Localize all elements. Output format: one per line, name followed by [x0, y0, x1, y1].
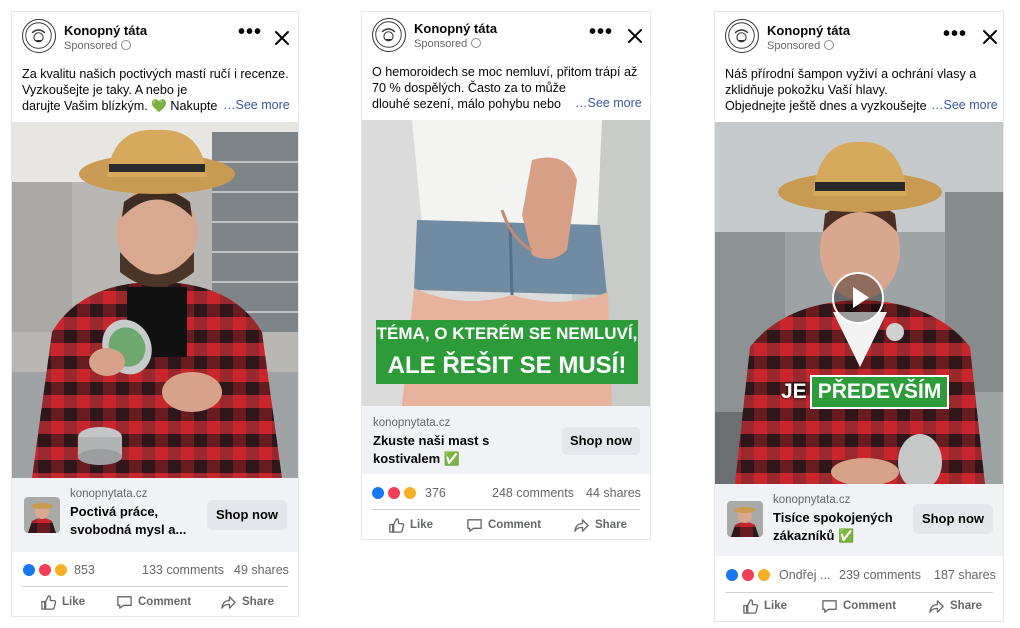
page-name[interactable]: Konopný táta	[414, 21, 497, 36]
see-more-link[interactable]: …See more	[572, 96, 642, 110]
haha-reaction-icon[interactable]	[54, 563, 68, 577]
caption-prefix: JE	[781, 380, 807, 403]
haha-reaction-icon[interactable]	[403, 486, 417, 500]
like-reaction-icon[interactable]	[725, 568, 739, 582]
comments-count[interactable]: 248 comments	[492, 486, 574, 500]
shares-count[interactable]: 49 shares	[234, 563, 289, 577]
body-line: Náš přírodní šampon vyživí a ochrání vla…	[725, 67, 977, 81]
page-name[interactable]: Konopný táta	[64, 23, 147, 38]
shop-now-button[interactable]: Shop now	[207, 500, 287, 530]
more-options-icon[interactable]: •••	[238, 22, 262, 42]
ad-cta-bar[interactable]: konopnytata.cz Zkuste naši mast s kostiv…	[362, 406, 650, 474]
close-icon[interactable]	[624, 25, 646, 47]
comment-icon	[116, 594, 133, 611]
page-avatar[interactable]	[372, 18, 406, 52]
headline-line: kostivalem ✅	[373, 451, 461, 466]
thumbs-up-icon	[40, 594, 57, 611]
more-options-icon[interactable]: •••	[943, 24, 967, 44]
sponsored-label: Sponsored	[767, 40, 835, 52]
ad-domain: konopnytata.cz	[70, 488, 148, 500]
comment-icon	[821, 598, 838, 615]
overlay-caption-line-1: TÉMA, O KTERÉM SE NEMLUVÍ,	[376, 320, 638, 348]
ad-card-3: Konopný táta Sponsored ••• Náš přírodní …	[714, 11, 1004, 622]
ad-domain: konopnytata.cz	[773, 494, 851, 506]
headline-line: svobodná mysl a...	[70, 522, 187, 537]
more-options-icon[interactable]: •••	[589, 22, 613, 42]
headline-line: Zkuste naši mast s	[373, 433, 490, 448]
love-reaction-icon[interactable]	[387, 486, 401, 500]
body-line: Vyzkoušejte je taky. A nebo je	[22, 83, 188, 97]
page-avatar[interactable]	[725, 19, 759, 53]
reactions-count[interactable]: 376	[425, 486, 446, 500]
shop-now-button[interactable]: Shop now	[913, 504, 993, 534]
body-line: 70 % dospělých. Často za to může	[372, 81, 566, 95]
shares-count[interactable]: 44 shares	[586, 486, 641, 500]
ad-video[interactable]: JE PŘEDEVŠÍM	[715, 122, 1003, 484]
share-icon	[220, 594, 237, 611]
overlay-caption-line-2: ALE ŘEŠIT SE MUSÍ!	[376, 348, 638, 384]
comments-count[interactable]: 133 comments	[142, 563, 224, 577]
page-avatar[interactable]	[22, 19, 56, 53]
sponsored-label: Sponsored	[414, 38, 482, 50]
ad-card-2: Konopný táta Sponsored ••• O hemoroidech…	[361, 11, 651, 540]
play-icon[interactable]	[832, 272, 884, 324]
ad-image[interactable]: TÉMA, O KTERÉM SE NEMLUVÍ, ALE ŘEŠIT SE …	[362, 120, 650, 406]
ad-cta-bar[interactable]: konopnytata.cz Tisíce spokojených zákazn…	[715, 484, 1003, 556]
engagement-stats: Ondřej ... 239 comments 187 shares	[715, 564, 1003, 588]
ad-header: Konopný táta Sponsored •••	[12, 12, 298, 64]
ad-cta-bar[interactable]: konopnytata.cz Poctivá práce, svobodná m…	[12, 478, 298, 552]
divider	[372, 509, 640, 510]
ad-thumbnail	[24, 497, 60, 533]
ad-card-1: Konopný táta Sponsored ••• Za kvalitu na…	[11, 11, 299, 617]
love-reaction-icon[interactable]	[38, 563, 52, 577]
body-line: zklidňuje pokožku Vaší hlavy.	[725, 83, 888, 97]
see-more-link[interactable]: …See more	[220, 98, 290, 112]
engagement-stats: 376 248 comments 44 shares	[362, 482, 650, 506]
like-reaction-icon[interactable]	[22, 563, 36, 577]
globe-icon	[121, 40, 132, 50]
close-icon[interactable]	[271, 27, 293, 49]
globe-icon	[471, 38, 482, 48]
action-bar: Like Comment Share	[12, 588, 298, 616]
globe-icon	[824, 40, 835, 50]
engagement-stats: 853 133 comments 49 shares	[12, 559, 298, 583]
body-line: O hemoroidech se moc nemluví, přitom trá…	[372, 65, 638, 79]
shop-now-button[interactable]: Shop now	[562, 427, 640, 455]
ad-image[interactable]	[12, 122, 298, 478]
video-caption: JE PŘEDEVŠÍM	[781, 375, 950, 409]
ad-header: Konopný táta Sponsored •••	[715, 12, 1003, 64]
love-reaction-icon[interactable]	[741, 568, 755, 582]
headline-line: Poctivá práce,	[70, 504, 159, 519]
see-more-link[interactable]: …See more	[928, 98, 998, 112]
body-line: Za kvalitu našich poctivých mastí ručí i…	[22, 67, 289, 81]
close-icon[interactable]	[979, 26, 1001, 48]
action-bar: Like Comment Share	[362, 511, 650, 539]
action-bar: Like Comment Share	[715, 592, 1003, 620]
caption-highlight: PŘEDEVŠÍM	[809, 375, 950, 409]
share-icon	[928, 598, 945, 615]
comments-count[interactable]: 239 comments	[839, 568, 921, 582]
shares-count[interactable]: 187 shares	[934, 568, 996, 582]
headline-line: zákazníků ✅	[773, 528, 855, 543]
ad-domain: konopnytata.cz	[373, 417, 451, 429]
ad-headline: Zkuste naši mast s kostivalem ✅	[373, 432, 489, 468]
sponsored-label: Sponsored	[64, 40, 132, 52]
reactions-names[interactable]: Ondřej ...	[779, 568, 830, 582]
divider	[22, 586, 288, 587]
thumbs-up-icon	[742, 598, 759, 615]
comment-icon	[466, 517, 483, 534]
ad-headline: Poctivá práce, svobodná mysl a...	[70, 503, 186, 539]
share-icon	[573, 517, 590, 534]
haha-reaction-icon[interactable]	[757, 568, 771, 582]
ad-header: Konopný táta Sponsored •••	[362, 12, 650, 64]
ad-thumbnail	[727, 501, 763, 537]
ad-headline: Tisíce spokojených zákazníků ✅	[773, 509, 893, 545]
page-name[interactable]: Konopný táta	[767, 23, 850, 38]
like-reaction-icon[interactable]	[371, 486, 385, 500]
reactions-count[interactable]: 853	[74, 563, 95, 577]
headline-line: Tisíce spokojených	[773, 510, 893, 525]
thumbs-up-icon	[388, 517, 405, 534]
